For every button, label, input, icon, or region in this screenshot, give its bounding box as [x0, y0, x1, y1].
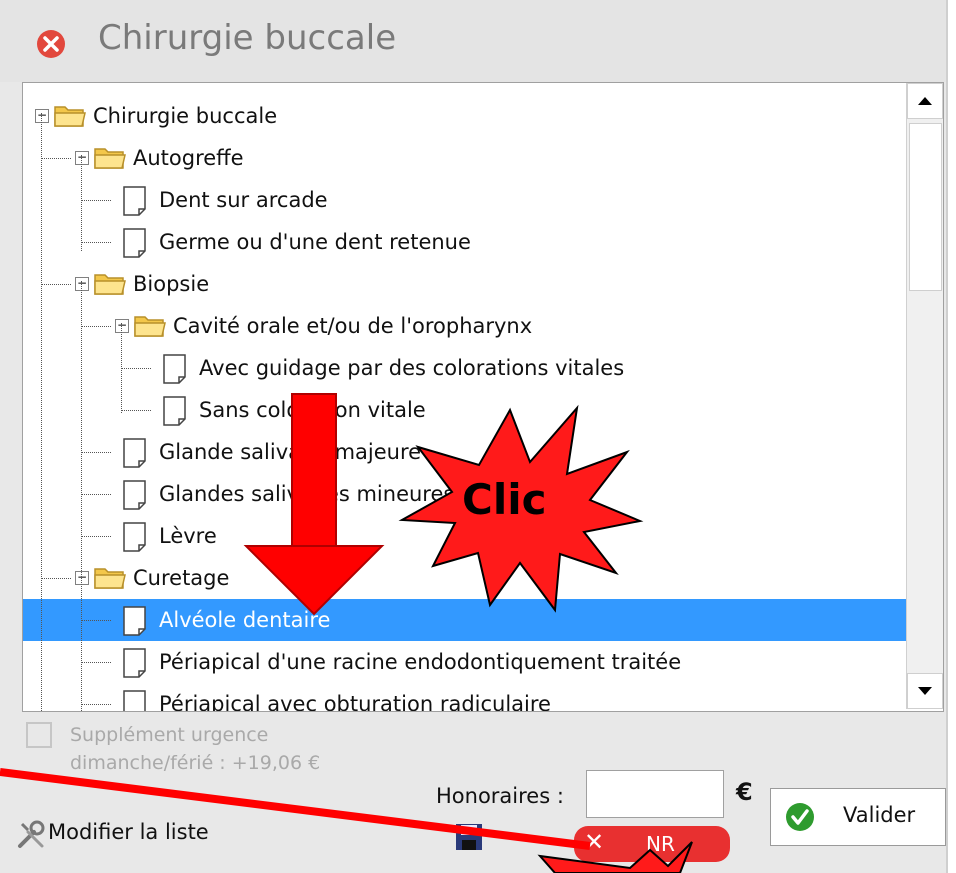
tree-connector [81, 662, 111, 663]
supplement-label-line2: dimanche/férié : +19,06 € [70, 752, 321, 774]
tree-node-label: Chirurgie buccale [93, 104, 278, 128]
collapse-toggle-icon[interactable]: − [35, 109, 49, 123]
tree-node[interactable]: Germe ou d'une dent retenue [23, 221, 907, 263]
tree-node[interactable]: Alvéole dentaire [23, 599, 907, 641]
tree-node-label: Périapical d'une racine endodontiquement… [159, 650, 682, 674]
tree-connector [41, 284, 71, 285]
tools-icon[interactable] [16, 820, 46, 850]
tree-node-label: Germe ou d'une dent retenue [159, 230, 471, 254]
tree-node[interactable]: Avec guidage par des colorations vitales [23, 347, 907, 389]
tree-node[interactable]: − Cavité orale et/ou de l'oropharynx [23, 305, 907, 347]
modifier-liste-link[interactable]: Modifier la liste [48, 820, 209, 844]
tree-node[interactable]: − Chirurgie buccale [23, 95, 907, 137]
tree-node-label: Alvéole dentaire [159, 608, 331, 632]
tree-connector [81, 326, 111, 327]
nr-button[interactable]: ✕ NR [574, 826, 730, 862]
check-icon [786, 803, 814, 831]
tree-connector [81, 200, 111, 201]
tree-node[interactable]: − Biopsie [23, 263, 907, 305]
tree-guide-line [121, 323, 122, 413]
tree-node-label: Curetage [133, 566, 230, 590]
scroll-down-button[interactable] [907, 673, 943, 709]
currency-symbol: € [736, 778, 753, 806]
tree-connector [121, 410, 151, 411]
supplement-label-line1: Supplément urgence [70, 724, 269, 746]
scroll-thumb[interactable] [909, 123, 942, 291]
title-bar: Chirurgie buccale [0, 0, 946, 82]
honoraires-input[interactable] [586, 770, 724, 818]
collapse-toggle-icon[interactable]: − [75, 571, 89, 585]
valider-label: Valider [843, 803, 916, 827]
tree-node-label: Lèvre [159, 524, 217, 548]
arrow-down-icon [918, 687, 932, 695]
tree-node-label: Sans coloration vitale [199, 398, 426, 422]
tree-connector [121, 368, 151, 369]
honoraires-label: Honoraires : [436, 784, 564, 808]
valider-button[interactable]: Valider [770, 788, 946, 846]
close-icon[interactable] [36, 29, 66, 59]
tree-node-label: Glande salivaire majeure [159, 440, 422, 464]
tree-node[interactable]: Périapical d'une racine endodontiquement… [23, 641, 907, 683]
tree-connector [41, 578, 71, 579]
tree-connector [81, 620, 111, 621]
tree-node-label: Avec guidage par des colorations vitales [199, 356, 625, 380]
tree-node-label: Autogreffe [133, 146, 244, 170]
tree-node[interactable]: Périapical avec obturation radiculaire [23, 683, 907, 712]
tree-node-label: Périapical avec obturation radiculaire [159, 692, 551, 712]
tree-node[interactable]: − Autogreffe [23, 137, 907, 179]
collapse-toggle-icon[interactable]: − [75, 151, 89, 165]
tree-guide-line [81, 155, 82, 251]
clic-annotation-label: Clic [462, 475, 547, 524]
nr-label: NR [646, 832, 675, 856]
procedure-tree[interactable]: − Chirurgie buccale − Autogreffe Dent sur ar… [22, 82, 944, 712]
x-icon: ✕ [584, 828, 605, 856]
scroll-up-button[interactable] [907, 83, 943, 119]
tree-node[interactable]: Sans coloration vitale [23, 389, 907, 431]
tree-scrollbar[interactable] [906, 83, 943, 709]
tree-node[interactable]: Glande salivaire majeure [23, 431, 907, 473]
arrow-up-icon [918, 97, 932, 105]
tree-connector [81, 242, 111, 243]
tree-node[interactable]: Dent sur arcade [23, 179, 907, 221]
tree-connector [81, 704, 111, 705]
tree-connector [81, 494, 111, 495]
tree-node[interactable]: − Curetage [23, 557, 907, 599]
tree-guide-line [81, 281, 82, 711]
tree-node-label: Glandes salivaires mineures [159, 482, 455, 506]
tree-node-label: Cavité orale et/ou de l'oropharynx [173, 314, 533, 338]
tree-node-label: Biopsie [133, 272, 210, 296]
tree-connector [81, 536, 111, 537]
dialog-window: Chirurgie buccale − Chirurgie buccale − Aut… [0, 0, 948, 873]
tree-guide-line [41, 113, 42, 711]
tree-node-label: Dent sur arcade [159, 188, 328, 212]
window-title: Chirurgie buccale [98, 18, 397, 58]
save-icon[interactable] [454, 822, 484, 852]
collapse-toggle-icon[interactable]: − [115, 319, 129, 333]
tree-connector [81, 452, 111, 453]
supplement-urgence-checkbox[interactable] [26, 722, 52, 748]
tree-connector [41, 158, 71, 159]
collapse-toggle-icon[interactable]: − [75, 277, 89, 291]
document-icon [121, 689, 149, 711]
